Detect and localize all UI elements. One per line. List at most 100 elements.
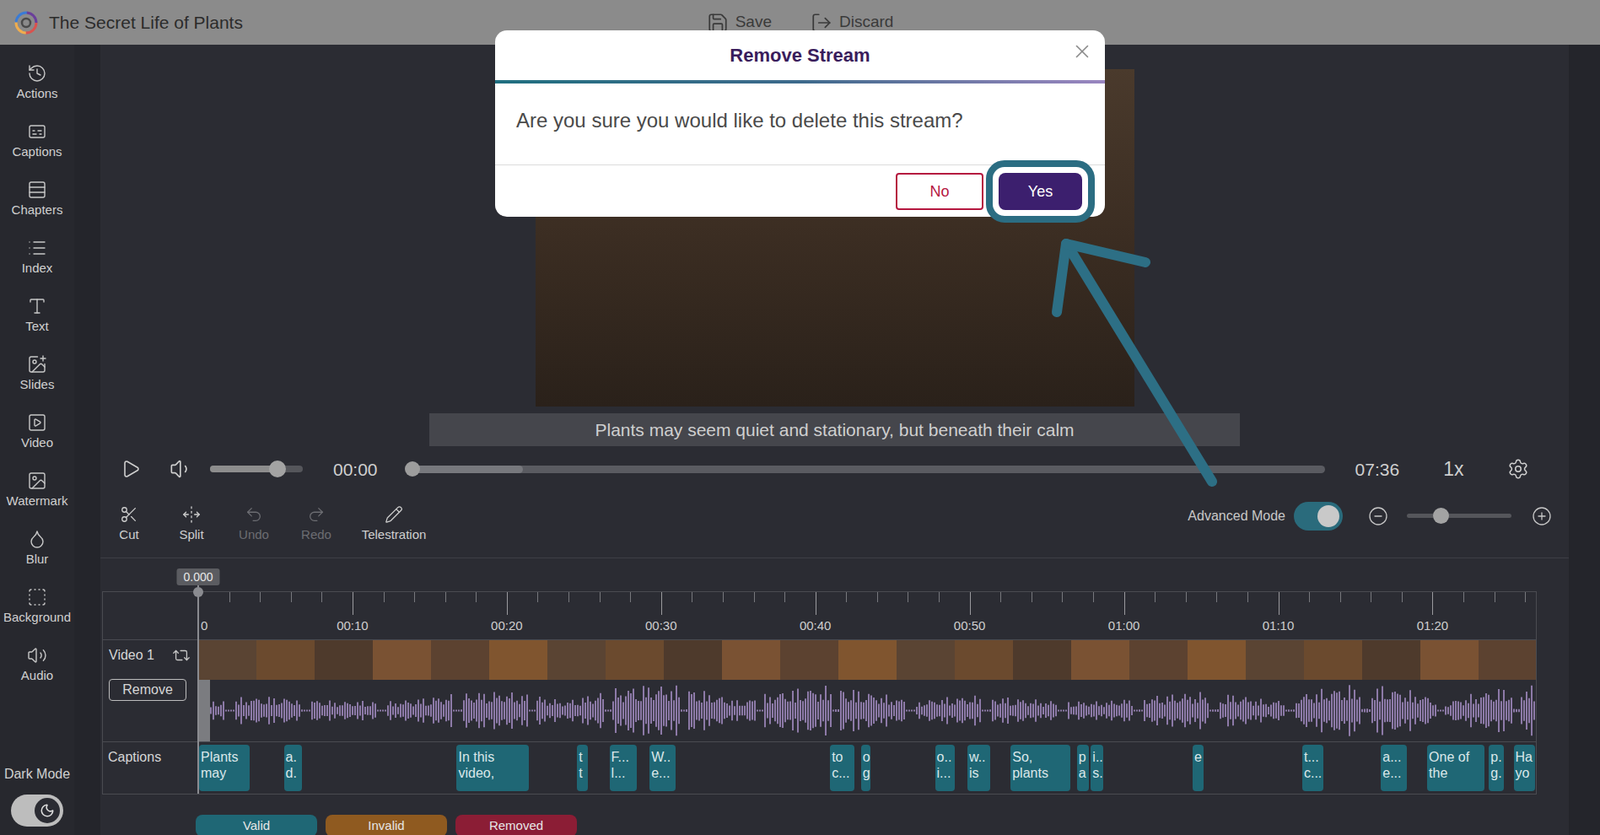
- current-time: 00:00: [333, 456, 378, 484]
- sidebar-item[interactable]: Captions: [0, 121, 75, 180]
- sidebar-item[interactable]: Chapters: [0, 179, 75, 238]
- window-title: The Secret Life of Plants: [48, 9, 243, 37]
- close-button[interactable]: [1071, 40, 1094, 63]
- timeline: 0 00:10 00:20 00:30 00:40 00:50 01:00 01:10 01:2…: [102, 591, 1537, 795]
- player-controls: 00:00 07:36 1x: [100, 454, 1569, 485]
- advanced-mode-toggle[interactable]: [1293, 501, 1343, 531]
- duration: 07:36: [1355, 456, 1401, 484]
- sidebar-item[interactable]: Actions: [0, 63, 75, 122]
- sidebar-item[interactable]: Text: [0, 296, 75, 355]
- caption-chunk[interactable]: W..e...: [649, 744, 676, 792]
- caption-chunk[interactable]: Plantsmay: [199, 744, 250, 792]
- caption-chunk[interactable]: So,plants: [1010, 744, 1071, 792]
- ruler-label: 00:30: [645, 618, 678, 634]
- legend: ValidInvalidRemoved: [195, 814, 1569, 835]
- loop-icon[interactable]: [172, 646, 191, 665]
- caption-chunk[interactable]: i..s.: [1090, 744, 1103, 792]
- playhead-time: 0.000: [176, 568, 220, 586]
- tool-icon: [119, 505, 139, 524]
- tools-row: CutSplitUndoRedoTelestration Advanced Mod…: [100, 500, 1569, 559]
- ruler-label: 01:00: [1108, 618, 1141, 634]
- sidebar-item-icon: [26, 296, 48, 317]
- progress-bar[interactable]: [406, 465, 1326, 474]
- no-button[interactable]: No: [895, 172, 984, 211]
- caption-chunk[interactable]: w..is: [967, 744, 991, 792]
- close-icon: [1071, 40, 1094, 63]
- sidebar-item[interactable]: Video: [0, 412, 75, 471]
- caption-chunk[interactable]: pa: [1077, 744, 1089, 792]
- ruler-label: 00:40: [799, 618, 832, 634]
- ruler-label: 00:10: [336, 618, 369, 634]
- dialog-title: Remove Stream: [729, 41, 870, 70]
- caption-chunk[interactable]: One ofthe: [1427, 744, 1485, 792]
- caption-chunk[interactable]: p.g.: [1488, 744, 1504, 792]
- dark-mode-toggle[interactable]: [10, 794, 64, 827]
- volume-slider[interactable]: [210, 465, 303, 473]
- volume-icon: [169, 457, 194, 481]
- tool-button[interactable]: Cut: [102, 505, 157, 543]
- caption-chunk[interactable]: og: [861, 744, 871, 792]
- play-button[interactable]: [120, 458, 141, 480]
- tool-icon: [384, 505, 404, 524]
- caption-chunk[interactable]: a.d.: [284, 744, 303, 792]
- remove-track-button[interactable]: Remove: [108, 678, 187, 701]
- minus-icon: [1368, 506, 1389, 527]
- playhead[interactable]: [197, 585, 200, 794]
- ruler-label: 01:10: [1262, 618, 1295, 634]
- sidebar-item-icon: [26, 237, 48, 259]
- sidebar-item[interactable]: Audio: [0, 645, 75, 704]
- gear-icon: [1507, 457, 1530, 480]
- video-track: Video 1Remove: [102, 640, 1536, 743]
- caption-chunk[interactable]: e: [1192, 744, 1204, 792]
- speed-button[interactable]: 1x: [1443, 454, 1464, 485]
- tool-button[interactable]: Redo: [289, 505, 344, 543]
- dialog-message: Are you sure you would like to delete th…: [516, 105, 1084, 136]
- ruler-label: 00:20: [490, 618, 523, 634]
- filmstrip: [198, 640, 1536, 680]
- volume-button[interactable]: [169, 457, 194, 481]
- sidebar-item[interactable]: Index: [0, 237, 75, 297]
- caption-chunk[interactable]: In thisvideo,: [456, 744, 529, 792]
- sidebar-item[interactable]: Watermark: [0, 470, 75, 529]
- ruler-label: 01:20: [1416, 618, 1450, 634]
- tool-button[interactable]: Split: [164, 505, 219, 543]
- caption-chunk[interactable]: F...l...: [609, 744, 638, 792]
- app: The Secret Life of PlantsSaveDiscardActi…: [0, 0, 1600, 835]
- yes-button[interactable]: Yes: [998, 172, 1083, 211]
- sidebar-item-icon: [26, 528, 48, 550]
- sidebar-item-icon: [26, 354, 48, 375]
- tool-button[interactable]: Undo: [226, 505, 281, 543]
- sidebar-item-icon: [26, 121, 48, 142]
- advanced-mode-label: Advanced Mode: [1187, 506, 1286, 527]
- caption-chunk[interactable]: tt: [576, 744, 588, 792]
- legend-badge: Invalid: [325, 814, 448, 835]
- play-icon: [120, 458, 141, 480]
- caption-chunk[interactable]: toc...: [829, 744, 855, 792]
- ruler-label: 0: [200, 618, 208, 634]
- sidebar-item-icon: [26, 587, 48, 608]
- sidebar-item-icon: [26, 412, 48, 433]
- time-ruler[interactable]: 0 00:10 00:20 00:30 00:40 00:50 01:00 01:10 01:2…: [198, 592, 1536, 640]
- ruler-label: 00:50: [953, 618, 986, 634]
- settings-button[interactable]: [1507, 457, 1530, 480]
- caption-chunk[interactable]: t...c...: [1302, 744, 1324, 792]
- caption-chunk[interactable]: o..i...: [935, 744, 956, 792]
- zoom-slider[interactable]: [1406, 513, 1512, 518]
- captions-track: Captions Plantsmay a.d. In thisvideo, tt F...…: [102, 742, 1536, 794]
- zoom-in-button[interactable]: [1531, 506, 1552, 527]
- track-label: Captions: [107, 749, 162, 765]
- tool-button[interactable]: Telestration: [351, 505, 437, 543]
- sidebar-item-icon: [26, 470, 48, 491]
- video-clip[interactable]: [198, 640, 1536, 742]
- sidebar: ActionsCaptionsChaptersIndexTextSlidesVi…: [0, 44, 75, 835]
- caption-overlay: Plants may seem quiet and stationary, bu…: [429, 413, 1240, 447]
- sidebar-item-icon: [26, 179, 48, 200]
- zoom-out-button[interactable]: [1368, 506, 1389, 527]
- sidebar-item[interactable]: Background: [0, 587, 75, 646]
- tool-icon: [244, 505, 264, 524]
- sidebar-item[interactable]: Slides: [0, 354, 75, 413]
- caption-chunk[interactable]: a...e...: [1380, 744, 1407, 792]
- sidebar-item[interactable]: Blur: [0, 528, 75, 588]
- arrow-icon: [0, 0, 1600, 835]
- caption-chunk[interactable]: Hayo: [1513, 744, 1536, 792]
